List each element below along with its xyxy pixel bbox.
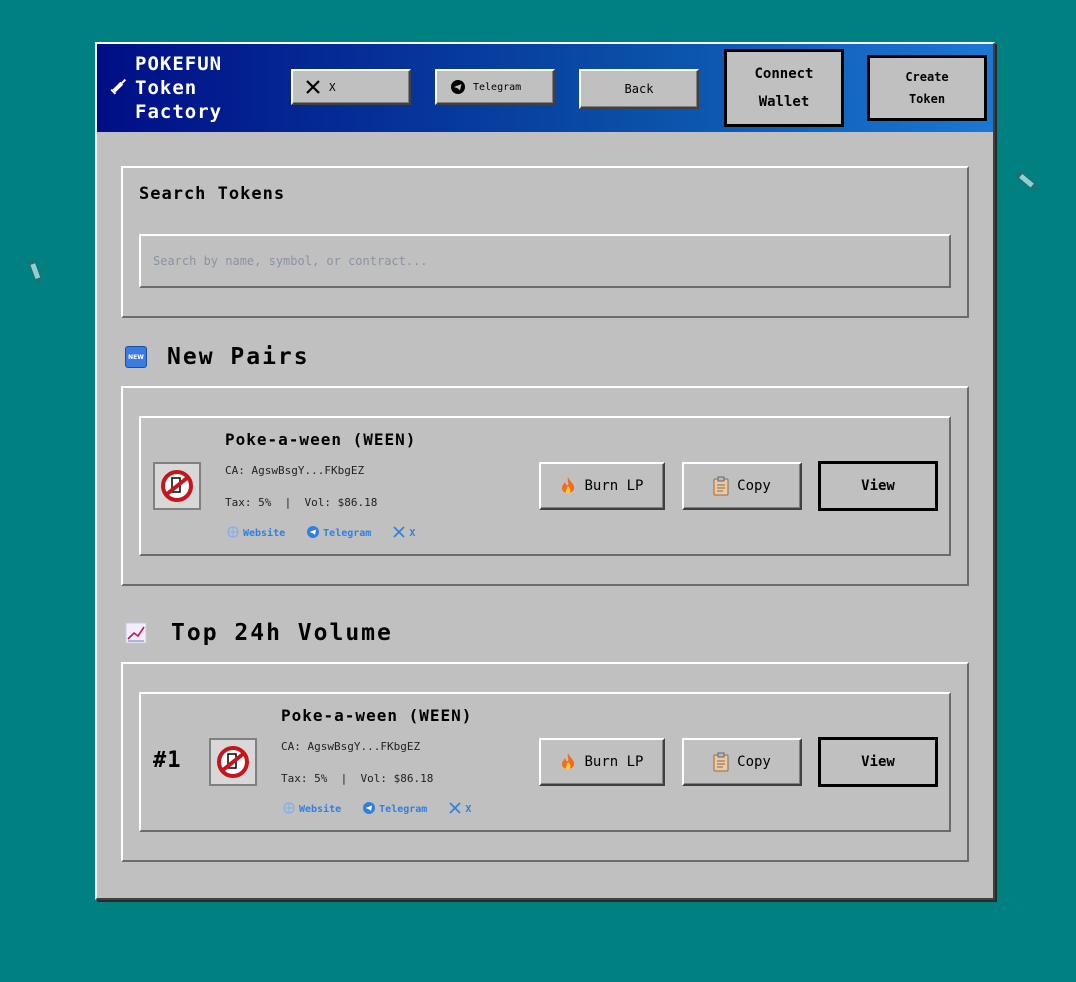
burn-lp-label: Burn LP — [584, 754, 644, 770]
telegram-link-label: Telegram — [323, 528, 372, 539]
new-badge-text: NEW — [128, 353, 144, 361]
website-link[interactable]: Website — [227, 526, 285, 541]
ghost-icon — [217, 746, 249, 778]
connect-wallet-label: Wallet — [758, 94, 810, 110]
fire-icon — [560, 476, 576, 496]
create-token-button[interactable]: Create Token — [867, 55, 987, 121]
x-icon — [305, 79, 321, 95]
telegram-icon — [307, 526, 320, 541]
token-stats: Tax: 5% | Vol: $86.18 — [281, 772, 434, 785]
view-label: View — [861, 754, 895, 770]
token-links: Website Telegram X — [283, 802, 471, 817]
header-bar: POKEFUN Token Factory X Telegram Back Co… — [97, 44, 993, 132]
syringe-icon — [109, 76, 129, 100]
brand-line: Token — [135, 77, 198, 99]
telegram-link-button[interactable]: Telegram — [435, 69, 555, 105]
token-card[interactable]: #1 Poke-a-ween (WEEN) CA: AgswBsgY...FKb… — [139, 692, 951, 832]
x-link-label: X — [409, 528, 416, 539]
token-name: Poke-a-ween (WEEN) — [281, 706, 473, 725]
website-link-label: Website — [299, 804, 342, 815]
x-icon — [449, 802, 461, 817]
connect-wallet-button[interactable]: Connect Wallet — [724, 49, 844, 127]
new-pairs-panel: Poke-a-ween (WEEN) CA: AgswBsgY...FKbgEZ… — [121, 386, 969, 586]
telegram-icon — [451, 80, 465, 94]
new-pairs-heading: NEW New Pairs — [125, 344, 310, 370]
burn-lp-button[interactable]: Burn LP — [539, 462, 665, 510]
telegram-link-label: Telegram — [379, 804, 428, 815]
search-input[interactable] — [139, 234, 951, 288]
website-link[interactable]: Website — [283, 802, 341, 817]
main-window: POKEFUN Token Factory X Telegram Back Co… — [95, 42, 995, 900]
brand-line: POKEFUN — [135, 53, 223, 75]
token-contract: CA: AgswBsgY...FKbgEZ — [225, 464, 365, 477]
x-icon — [393, 526, 405, 541]
create-token-label: Token — [908, 92, 946, 106]
view-label: View — [861, 478, 895, 494]
section-title: New Pairs — [167, 344, 310, 370]
brand-title: POKEFUN Token Factory — [135, 52, 222, 124]
copy-button[interactable]: Copy — [682, 738, 802, 786]
clipboard-icon — [713, 752, 729, 772]
view-button[interactable]: View — [818, 461, 938, 511]
view-button[interactable]: View — [818, 737, 938, 787]
syringe-icon — [1014, 170, 1042, 194]
burn-lp-button[interactable]: Burn LP — [539, 738, 665, 786]
chart-increasing-icon — [125, 622, 147, 644]
token-avatar — [153, 462, 201, 510]
back-label: Back — [624, 82, 654, 96]
search-label: Search Tokens — [139, 184, 286, 204]
section-title: Top 24h Volume — [171, 620, 393, 646]
ghost-icon — [161, 470, 193, 502]
connect-wallet-label: Connect — [754, 66, 814, 82]
telegram-link[interactable]: Telegram — [307, 526, 371, 541]
website-link-label: Website — [243, 528, 286, 539]
back-button[interactable]: Back — [579, 69, 699, 109]
search-panel: Search Tokens — [121, 166, 969, 318]
token-card[interactable]: Poke-a-ween (WEEN) CA: AgswBsgY...FKbgEZ… — [139, 416, 951, 556]
clipboard-icon — [713, 476, 729, 496]
rank-label: #1 — [153, 748, 182, 773]
x-link-label: X — [329, 80, 336, 94]
new-badge-icon: NEW — [125, 346, 147, 368]
x-link[interactable]: X — [393, 526, 415, 541]
x-link-label: X — [465, 804, 472, 815]
token-contract: CA: AgswBsgY...FKbgEZ — [281, 740, 421, 753]
telegram-link-label: Telegram — [473, 81, 522, 93]
token-stats: Tax: 5% | Vol: $86.18 — [225, 496, 378, 509]
brand-line: Factory — [135, 101, 223, 123]
top-volume-panel: #1 Poke-a-ween (WEEN) CA: AgswBsgY...FKb… — [121, 662, 969, 862]
telegram-icon — [363, 802, 376, 817]
token-name: Poke-a-ween (WEEN) — [225, 430, 417, 449]
burn-lp-label: Burn LP — [584, 478, 644, 494]
globe-icon — [227, 526, 239, 541]
telegram-link[interactable]: Telegram — [363, 802, 427, 817]
fire-icon — [560, 752, 576, 772]
top-volume-heading: Top 24h Volume — [125, 620, 393, 646]
x-link[interactable]: X — [449, 802, 471, 817]
token-avatar — [209, 738, 257, 786]
copy-button[interactable]: Copy — [682, 462, 802, 510]
copy-label: Copy — [737, 754, 771, 770]
globe-icon — [283, 802, 295, 817]
syringe-icon — [24, 258, 48, 288]
copy-label: Copy — [737, 478, 771, 494]
token-links: Website Telegram X — [227, 526, 415, 541]
x-link-button[interactable]: X — [291, 69, 411, 105]
create-token-label: Create — [905, 70, 949, 84]
